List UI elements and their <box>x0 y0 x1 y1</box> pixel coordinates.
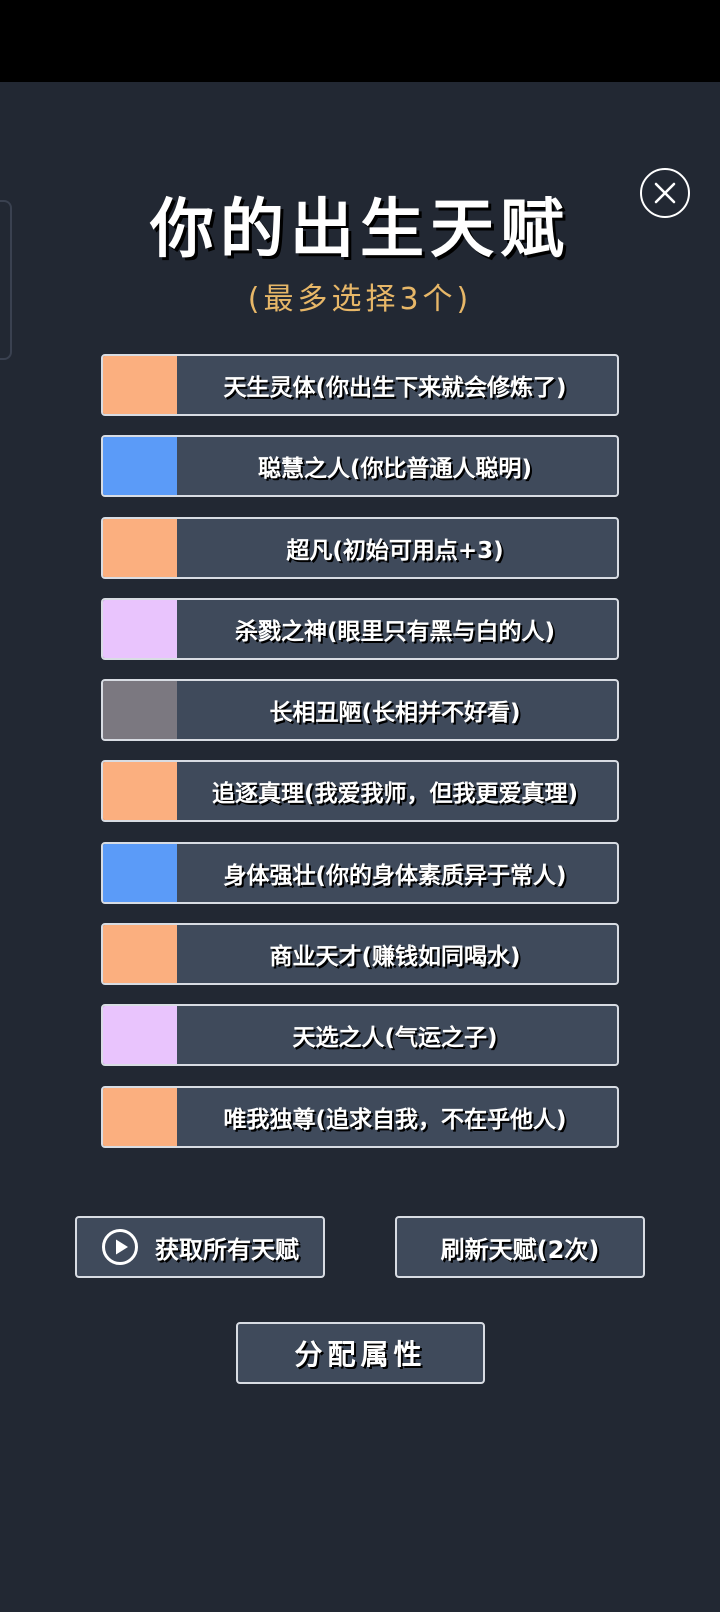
talent-item[interactable]: 超凡(初始可用点+3) <box>101 516 619 579</box>
talent-label: 聪慧之人(你比普通人聪明) <box>257 456 533 483</box>
talent-label: 天生灵体(你出生下来就会修炼了) <box>223 375 567 401</box>
talent-item[interactable]: 天生灵体(你出生下来就会修炼了) <box>101 354 619 416</box>
talent-label: 唯我独尊(追求自我，不在乎他人) <box>223 1106 567 1133</box>
talent-label: 商业天才(赚钱如同喝水) <box>269 944 521 971</box>
talent-rarity-swatch <box>103 843 177 902</box>
talent-item[interactable]: 长相丑陋(长相并不好看) <box>101 679 619 742</box>
talent-rarity-swatch <box>103 518 177 577</box>
talent-rarity-swatch <box>103 762 177 821</box>
talent-label: 天选之人(气运之子) <box>292 1025 498 1052</box>
get-all-talents-label: 获取所有天赋 <box>155 1235 299 1264</box>
status-bar <box>0 0 720 82</box>
allocate-attributes-label: 分配属性 <box>294 1338 427 1371</box>
talent-item[interactable]: 杀戮之神(眼里只有黑与白的人) <box>101 597 619 660</box>
page-subtitle: (最多选择3个) <box>247 282 473 317</box>
talent-rarity-swatch <box>103 1087 177 1146</box>
refresh-talents-label: 刷新天赋(2次) <box>440 1235 600 1264</box>
talent-list: 天生灵体(你出生下来就会修炼了) 聪慧之人(你比普通人聪明) 超凡(初始可用点+… <box>101 354 619 1167</box>
get-all-talents-button[interactable]: 获取所有天赋 <box>75 1216 325 1278</box>
talent-item[interactable]: 身体强壮(你的身体素质异于常人) <box>101 841 619 904</box>
talent-rarity-swatch <box>103 1006 177 1065</box>
allocate-attributes-button[interactable]: 分配属性 <box>236 1322 485 1384</box>
talent-item[interactable]: 聪慧之人(你比普通人聪明) <box>101 435 619 498</box>
talent-rarity-swatch <box>103 925 177 984</box>
talent-rarity-swatch <box>103 681 177 740</box>
talent-item[interactable]: 追逐真理(我爱我师，但我更爱真理) <box>101 760 619 823</box>
talent-label: 身体强壮(你的身体素质异于常人) <box>223 862 567 889</box>
talent-label: 长相丑陋(长相并不好看) <box>269 700 521 727</box>
talent-label: 杀戮之神(眼里只有黑与白的人) <box>234 618 556 645</box>
play-circle-icon <box>102 1229 138 1265</box>
talent-item[interactable]: 唯我独尊(追求自我，不在乎他人) <box>101 1085 619 1148</box>
refresh-talents-button[interactable]: 刷新天赋(2次) <box>395 1216 645 1278</box>
talent-item[interactable]: 商业天才(赚钱如同喝水) <box>101 923 619 986</box>
talent-item[interactable]: 天选之人(气运之子) <box>101 1004 619 1067</box>
talent-rarity-swatch <box>103 437 177 496</box>
page-title: 你的出生天赋 <box>150 193 570 267</box>
talent-rarity-swatch <box>103 356 177 414</box>
talent-label: 超凡(初始可用点+3) <box>286 537 504 564</box>
talent-label: 追逐真理(我爱我师，但我更爱真理) <box>211 781 579 808</box>
talent-rarity-swatch <box>103 599 177 658</box>
